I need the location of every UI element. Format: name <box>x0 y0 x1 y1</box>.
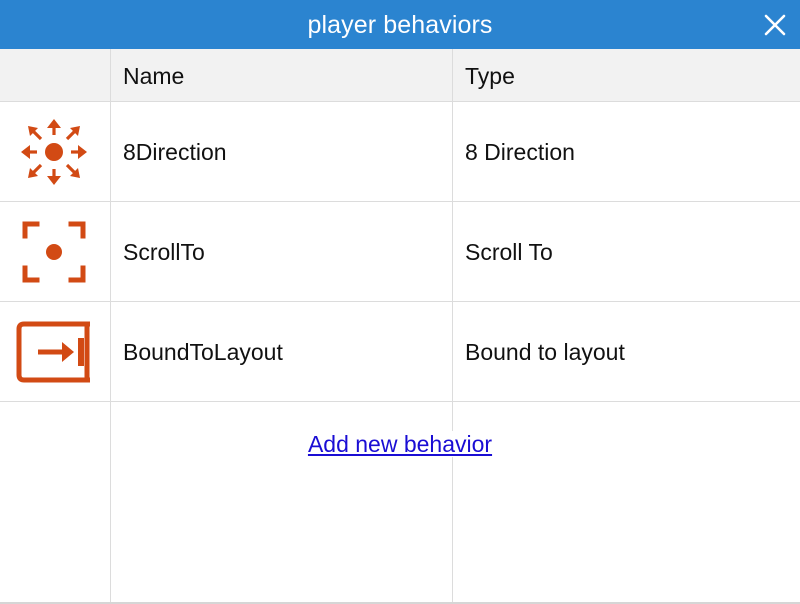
table-row[interactable]: ScrollTo Scroll To <box>0 202 800 302</box>
dialog-title: player behaviors <box>307 11 493 39</box>
behavior-icon-cell <box>0 202 110 302</box>
behavior-icon-cell <box>0 102 110 202</box>
add-new-behavior-link[interactable]: Add new behavior <box>305 431 495 457</box>
icon-column-header[interactable] <box>0 49 110 101</box>
behavior-name[interactable]: BoundToLayout <box>110 302 452 402</box>
table-row[interactable]: 8Direction 8 Direction <box>0 102 800 202</box>
close-icon <box>764 14 786 36</box>
table-row[interactable]: BoundToLayout Bound to layout <box>0 302 800 402</box>
add-behavior-row: Add new behavior <box>0 426 800 462</box>
behavior-name[interactable]: ScrollTo <box>110 202 452 302</box>
behaviors-table: Name Type 8Direction 8 Direction ScrollT… <box>0 49 800 604</box>
type-column-header[interactable]: Type <box>452 49 800 101</box>
behavior-name[interactable]: 8Direction <box>110 102 452 202</box>
behavior-type: 8 Direction <box>452 102 800 202</box>
behavior-type: Scroll To <box>452 202 800 302</box>
behavior-icon-cell <box>0 302 110 402</box>
scroll-to-icon <box>22 221 86 283</box>
behavior-type: Bound to layout <box>452 302 800 402</box>
eight-direction-icon <box>21 119 87 185</box>
table-header: Name Type <box>0 49 800 102</box>
close-button[interactable] <box>758 8 792 42</box>
behaviors-dialog: player behaviors Name Type 8Direction 8 … <box>0 0 800 604</box>
table-empty-area: Add new behavior <box>0 402 800 602</box>
title-bar: player behaviors <box>0 0 800 49</box>
name-column-header[interactable]: Name <box>110 49 452 101</box>
bound-to-layout-icon <box>16 321 90 383</box>
